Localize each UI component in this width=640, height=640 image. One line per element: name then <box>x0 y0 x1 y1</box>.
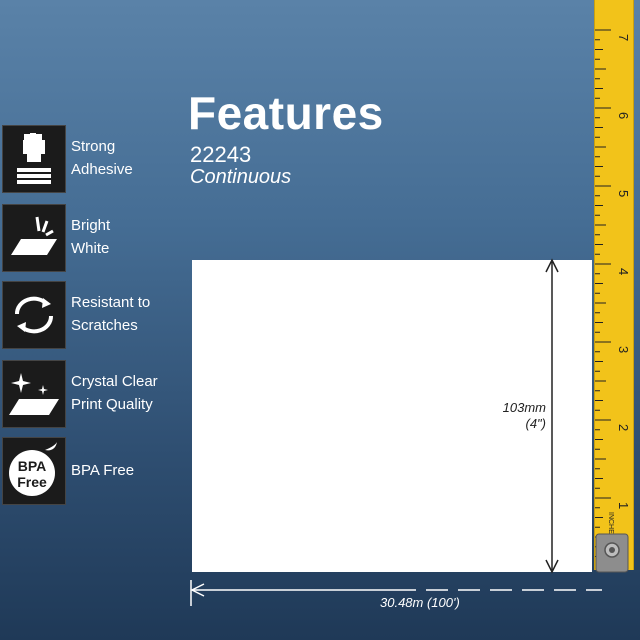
feature-resistant-scratches: Resistant to Scratches <box>0 281 180 349</box>
product-type: Continuous <box>190 166 292 188</box>
bright-label-icon <box>2 204 66 272</box>
feature-line2: Scratches <box>71 317 138 334</box>
feature-bpa-free: BPA Free BPA Free <box>0 437 180 505</box>
feature-line2: Print Quality <box>71 396 153 413</box>
tape-number: 1 <box>616 502 631 509</box>
feature-line2: White <box>71 240 110 257</box>
feature-bright-white: Bright White <box>0 204 180 272</box>
feature-line1: BPA Free <box>71 462 135 479</box>
tape-number: 2 <box>616 424 631 431</box>
feature-crystal-clear: Crystal Clear Print Quality <box>0 360 180 428</box>
fist-on-stack-icon <box>2 125 66 193</box>
tape-number: 6 <box>616 112 631 119</box>
feature-line1: Crystal Clear <box>71 373 158 390</box>
feature-line1: Bright <box>71 217 111 234</box>
recycle-arrows-icon <box>2 281 66 349</box>
length-label: 30.48m (100') <box>380 595 460 610</box>
tape-hook-icon <box>595 533 629 573</box>
tape-number: 4 <box>616 268 631 275</box>
height-in-label: (4") <box>525 416 546 431</box>
tape-measure: 7 6 5 4 3 2 1 INCHES <box>594 0 634 570</box>
page-title: Features <box>188 87 384 139</box>
tape-number: 5 <box>616 190 631 197</box>
bpa-badge-line1: BPA <box>18 458 47 474</box>
feature-strong-adhesive: Strong Adhesive <box>0 125 180 193</box>
sparkle-label-icon <box>2 360 66 428</box>
feature-line1: Resistant to <box>71 294 151 311</box>
feature-line2: Adhesive <box>71 161 133 178</box>
product-code: 22243 <box>190 142 252 167</box>
bpa-badge-line2: Free <box>17 474 47 490</box>
tape-measure-scale: 7654321INCHES <box>595 29 631 557</box>
tape-number: 3 <box>616 346 631 353</box>
height-mm-label: 103mm <box>502 400 546 415</box>
tape-number: 7 <box>616 34 631 41</box>
bpa-free-badge-icon: BPA Free <box>2 437 66 505</box>
feature-line1: Strong <box>71 138 116 155</box>
